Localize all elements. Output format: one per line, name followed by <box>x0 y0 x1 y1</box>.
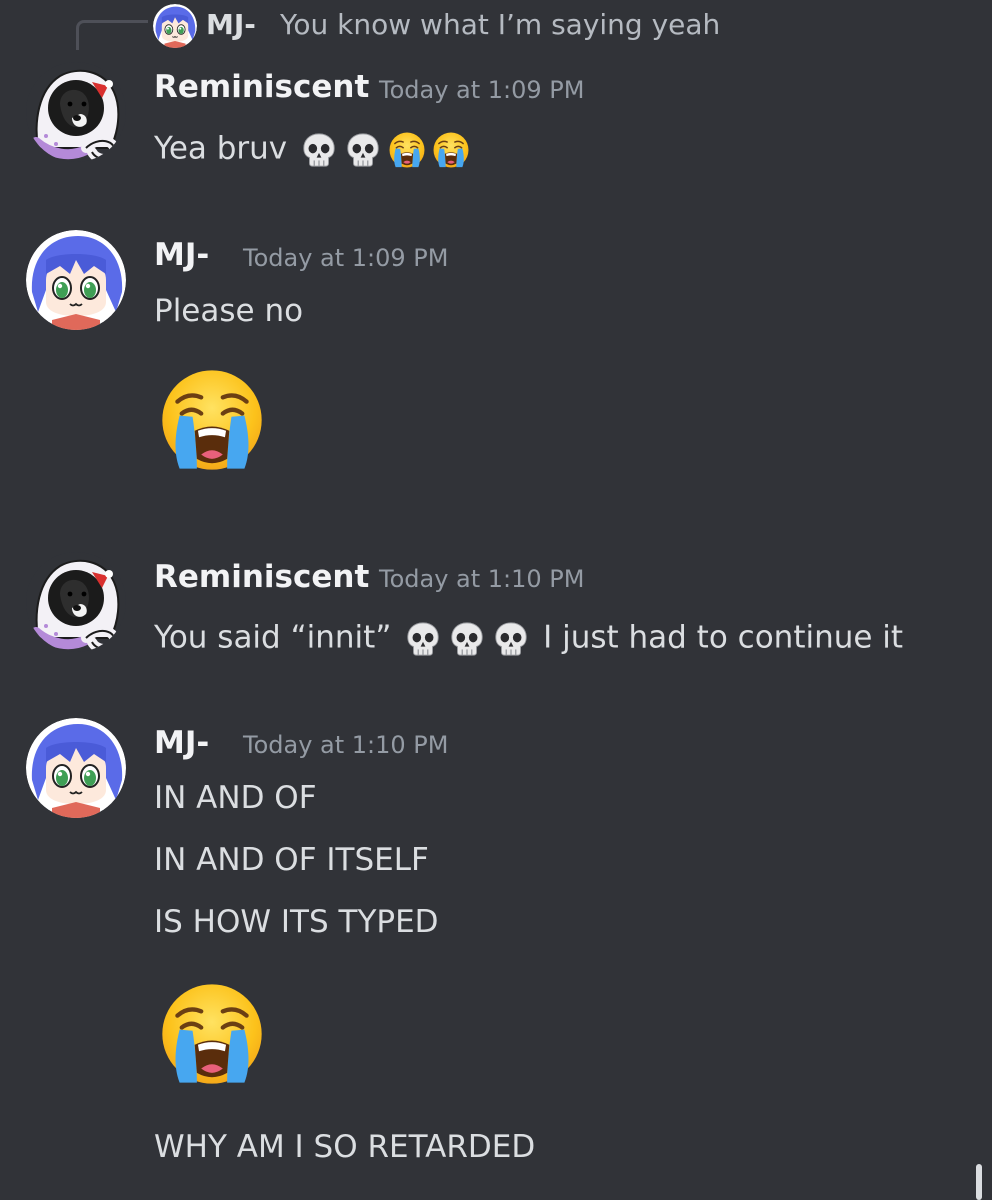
message-timestamp[interactable]: Today at 1:10 PM <box>379 567 585 591</box>
chat-messages: MJ- You know what I’m saying yeah Remini… <box>0 0 992 1200</box>
loudly-crying-emoji-icon <box>158 980 266 1088</box>
message-text: Yea bruv <box>154 130 288 167</box>
message-timestamp[interactable]: Today at 1:10 PM <box>243 733 449 757</box>
message-text: WHY AM I SO RETARDED <box>154 1129 536 1165</box>
avatar[interactable] <box>26 718 126 818</box>
avatar[interactable] <box>26 230 126 330</box>
skull-emoji-icon <box>404 620 442 658</box>
message-author[interactable]: Reminiscent <box>154 72 369 103</box>
message-author[interactable]: MJ- <box>154 728 209 759</box>
message-author[interactable]: MJ- <box>154 240 209 271</box>
message-content: You said “innit” I just had to continue … <box>154 620 903 658</box>
dog-in-hood-avatar-icon <box>26 62 126 162</box>
skull-emoji-icon <box>300 131 338 169</box>
reply-avatar[interactable] <box>153 4 197 48</box>
anime-girl-avatar-icon <box>26 718 126 818</box>
scrollbar-thumb[interactable] <box>976 1164 982 1200</box>
loudly-crying-emoji-icon <box>388 131 426 169</box>
avatar[interactable] <box>26 552 126 652</box>
message-content: Yea bruv <box>154 131 473 169</box>
message-text: IN AND OF ITSELF <box>154 842 429 878</box>
reply-author[interactable]: MJ- <box>206 11 256 39</box>
message-timestamp[interactable]: Today at 1:09 PM <box>243 246 449 270</box>
reply-connector-line <box>76 20 148 50</box>
loudly-crying-emoji-icon <box>158 366 266 474</box>
message-text: Please no <box>154 293 304 329</box>
skull-emoji-icon <box>492 620 530 658</box>
anime-girl-avatar-icon <box>153 4 197 48</box>
dog-in-hood-avatar-icon <box>26 552 126 652</box>
avatar[interactable] <box>26 62 126 162</box>
loudly-crying-emoji-icon <box>432 131 470 169</box>
message-text: IS HOW ITS TYPED <box>154 904 439 940</box>
message-timestamp[interactable]: Today at 1:09 PM <box>379 78 585 102</box>
anime-girl-avatar-icon <box>26 230 126 330</box>
skull-emoji-icon <box>448 620 486 658</box>
message-text: IN AND OF <box>154 780 317 816</box>
skull-emoji-icon <box>344 131 382 169</box>
message-text: I just had to continue it <box>543 619 904 656</box>
reply-content[interactable]: You know what I’m saying yeah <box>280 11 720 39</box>
message-text: You said “innit” <box>154 619 392 656</box>
message-author[interactable]: Reminiscent <box>154 562 369 593</box>
